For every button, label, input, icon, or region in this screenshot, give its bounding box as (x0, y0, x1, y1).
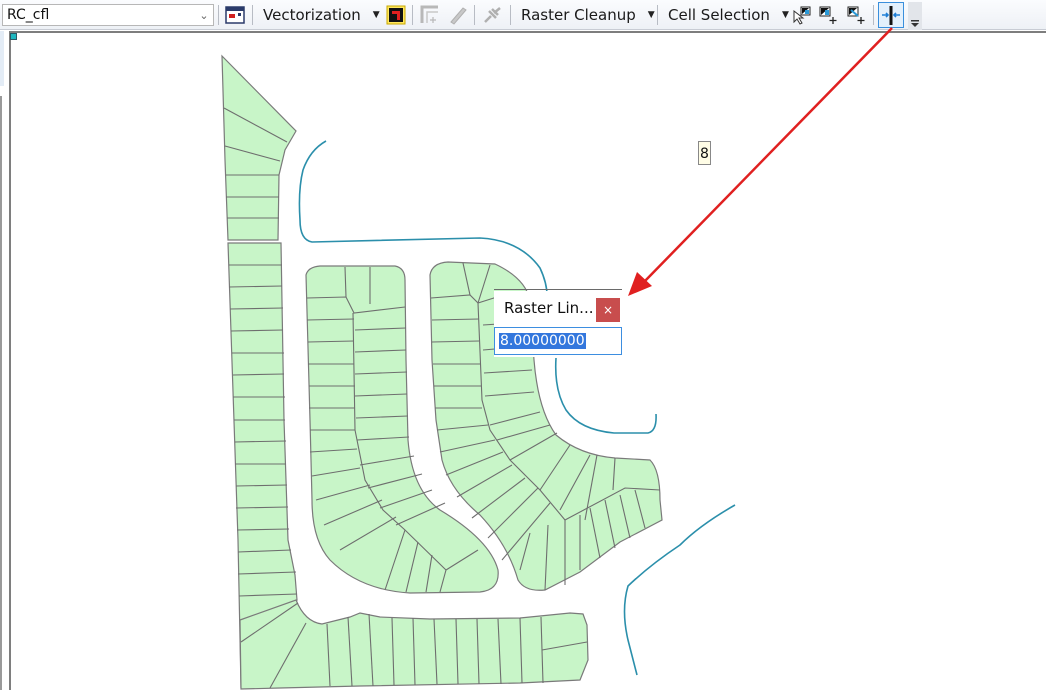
line-width-input[interactable]: 8.00000000 (494, 327, 622, 355)
road-centerline (554, 357, 657, 434)
raster-line-width-dialog: Raster Lin... × 8.00000000 (494, 291, 622, 357)
parcel-group-south (239, 599, 589, 690)
annotation-arrow (628, 27, 893, 296)
close-icon: × (602, 303, 614, 317)
close-button[interactable]: × (596, 298, 620, 322)
line-width-value: 8.00000000 (499, 333, 586, 349)
cell-value-label: 8 (698, 141, 711, 165)
parcel-group-northwest (221, 54, 297, 241)
dialog-top-border (494, 289, 622, 290)
dialog-title: Raster Lin... (504, 299, 594, 317)
